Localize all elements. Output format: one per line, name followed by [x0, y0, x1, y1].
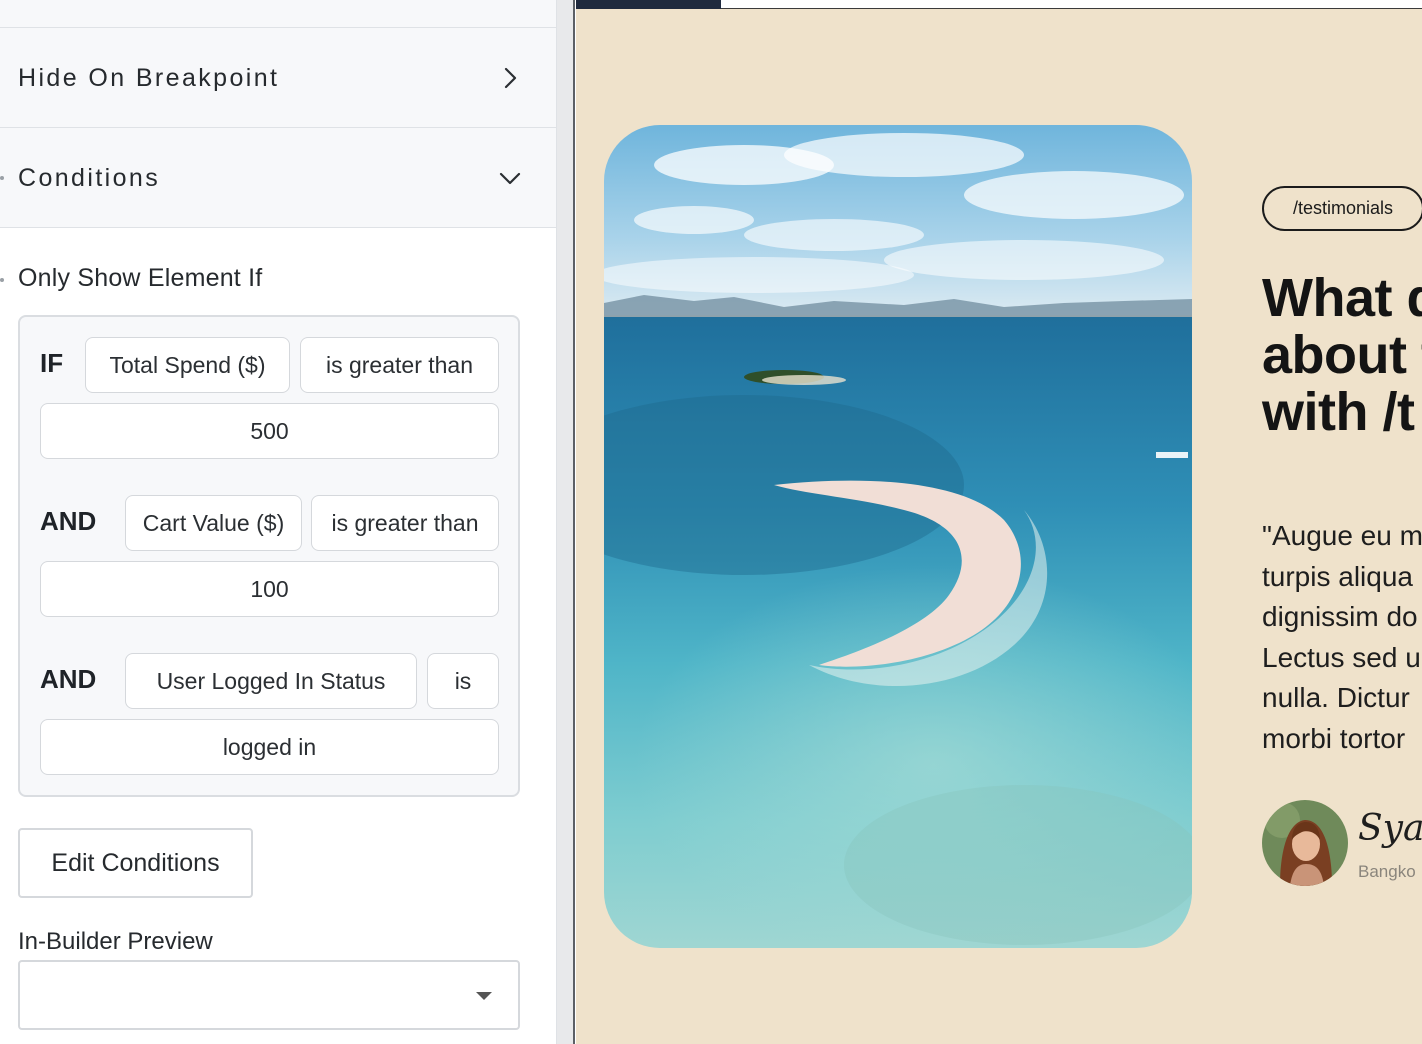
- rule-field-select[interactable]: User Logged In Status: [125, 653, 417, 709]
- bullet-dot: [0, 176, 4, 180]
- island-aerial-image: [604, 125, 1192, 948]
- in-builder-preview-label: In-Builder Preview: [18, 928, 213, 955]
- conditions-label: Conditions: [18, 164, 161, 192]
- quote-line: turpis aliqua: [1262, 560, 1413, 592]
- caret-down-icon: [476, 992, 492, 1000]
- hide-on-breakpoint-row[interactable]: Hide On Breakpoint: [0, 27, 556, 127]
- chevron-right-icon[interactable]: [496, 64, 524, 92]
- only-show-element-if-label: Only Show Element If: [18, 264, 263, 292]
- author-avatar: [1262, 800, 1348, 886]
- rule-value-input[interactable]: logged in: [40, 719, 499, 775]
- rule-field-select[interactable]: Total Spend ($): [85, 337, 290, 393]
- quote-line: nulla. Dictur: [1262, 682, 1410, 713]
- conditions-box: IF Total Spend ($) is greater than 500 A…: [18, 315, 520, 797]
- canvas-top-bar: [576, 0, 1422, 9]
- quote-line: dignissim do: [1262, 601, 1418, 632]
- conditions-row[interactable]: Conditions: [0, 127, 556, 227]
- element-settings-panel: Hide On Breakpoint Conditions Only Show …: [0, 0, 557, 1044]
- rule-operator-select[interactable]: is greater than: [311, 495, 499, 551]
- panel-resize-gutter[interactable]: [557, 0, 575, 1044]
- hide-on-breakpoint-label: Hide On Breakpoint: [18, 64, 280, 92]
- headline-line: What d: [1262, 268, 1422, 328]
- rule-value-input[interactable]: 500: [40, 403, 499, 459]
- rule-operator-select[interactable]: is greater than: [300, 337, 499, 393]
- rule-keyword: IF: [40, 348, 64, 378]
- quote-line: morbi tortor: [1262, 722, 1406, 754]
- testimonial-photo: [604, 125, 1192, 948]
- quote-line: "Augue eu m: [1262, 520, 1422, 551]
- author-location: Bangko: [1358, 862, 1416, 881]
- testimonial-quote: "Augue eu m turpis aliqua dignissim do L…: [1262, 516, 1422, 759]
- canvas-top-bar-tab[interactable]: [576, 0, 721, 9]
- testimonial-headline: What d about t with /t: [1262, 270, 1422, 441]
- headline-line: about t: [1262, 325, 1422, 385]
- rule-field-select[interactable]: Cart Value ($): [125, 495, 302, 551]
- rule-keyword: AND: [40, 506, 97, 536]
- rule-value-input[interactable]: 100: [40, 561, 499, 617]
- bullet-dot: [0, 278, 4, 282]
- rule-keyword: AND: [40, 664, 97, 694]
- preview-canvas: /testimonials What d about t with /t "Au…: [576, 0, 1422, 1044]
- conditions-body: Only Show Element If IF Total Spend ($) …: [0, 227, 556, 1044]
- quote-line: Lectus sed u: [1262, 641, 1421, 673]
- rule-operator-select[interactable]: is: [427, 653, 499, 709]
- headline-line: with /t: [1262, 382, 1415, 442]
- testimonials-tag[interactable]: /testimonials: [1262, 186, 1422, 231]
- in-builder-preview-select[interactable]: [18, 960, 520, 1030]
- author-name: Syara: [1358, 808, 1422, 849]
- chevron-down-icon[interactable]: [496, 164, 524, 192]
- edit-conditions-button[interactable]: Edit Conditions: [18, 828, 253, 898]
